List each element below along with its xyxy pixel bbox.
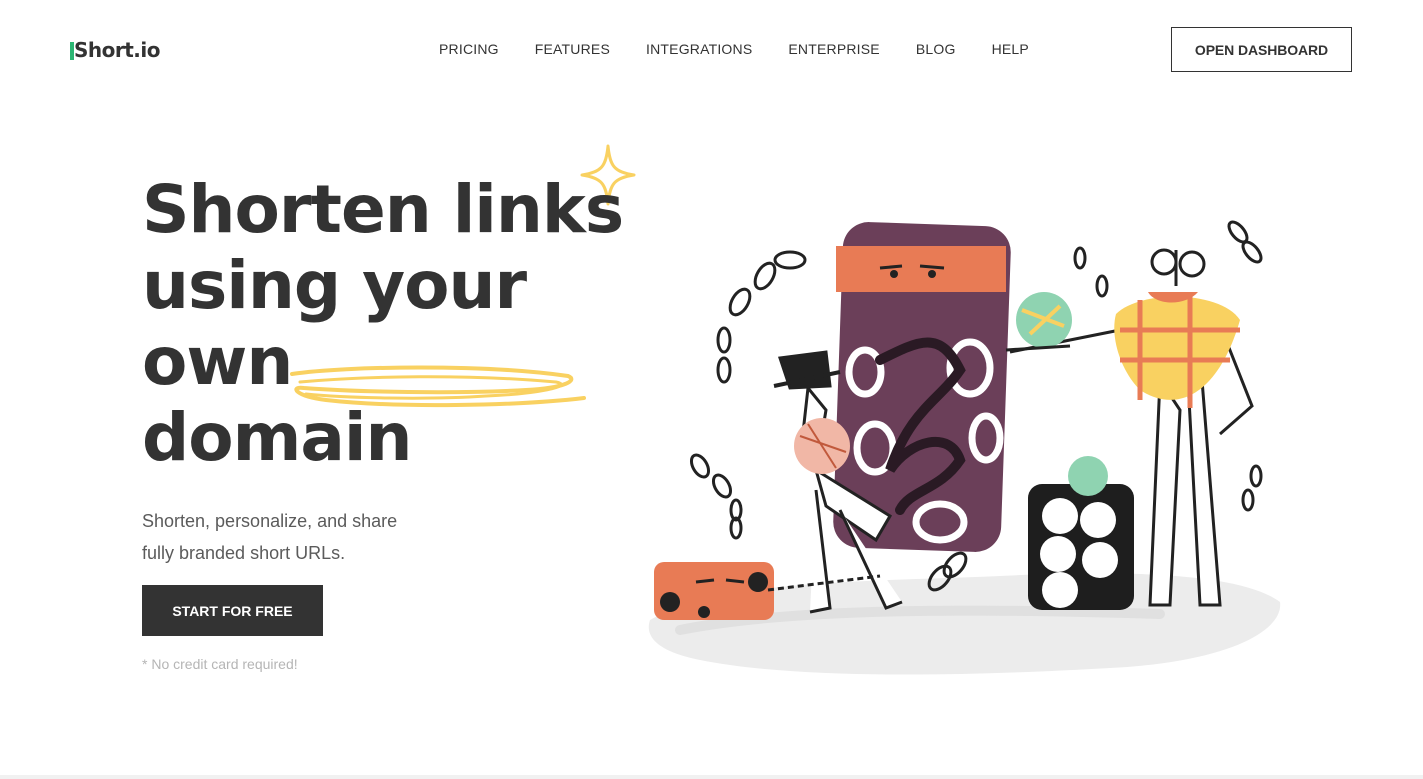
nav-item-enterprise[interactable]: ENTERPRISE bbox=[788, 40, 879, 58]
open-dashboard-button[interactable]: OPEN DASHBOARD bbox=[1171, 27, 1352, 72]
logo-icon bbox=[70, 41, 85, 60]
nav-item-help[interactable]: HELP bbox=[992, 40, 1029, 58]
subtitle-line-2: fully branded short URLs. bbox=[142, 543, 346, 563]
main-nav: PRICING FEATURES INTEGRATIONS ENTERPRISE… bbox=[439, 40, 1065, 58]
hero-subtitle: Shorten, personalize, and share fully br… bbox=[142, 505, 442, 569]
headline-line-3-prefix: own bbox=[142, 323, 293, 400]
subtitle-line-1: Shorten, personalize, and share bbox=[142, 511, 398, 531]
section-divider bbox=[0, 775, 1423, 779]
no-credit-card-note: * No credit card required! bbox=[142, 656, 298, 672]
headline-line-2: using your bbox=[142, 247, 527, 324]
characters-illustration bbox=[648, 220, 1281, 675]
headline-line-3: own domain bbox=[142, 324, 622, 476]
logo-text: Short.io bbox=[74, 38, 161, 62]
headline-highlight: domain bbox=[142, 399, 413, 476]
logo-wordmark: hort.io bbox=[87, 38, 161, 62]
nav-item-blog[interactable]: BLOG bbox=[916, 40, 956, 58]
nav-item-pricing[interactable]: PRICING bbox=[439, 40, 499, 58]
brand-logo[interactable]: Short.io bbox=[70, 36, 161, 64]
nav-item-features[interactable]: FEATURES bbox=[535, 40, 610, 58]
headline-line-1: Shorten links bbox=[142, 171, 624, 248]
page: Short.io PRICING FEATURES INTEGRATIONS E… bbox=[0, 0, 1423, 779]
hero-headline: Shorten links using your own domain bbox=[142, 171, 624, 476]
nav-item-integrations[interactable]: INTEGRATIONS bbox=[646, 40, 752, 58]
start-for-free-button[interactable]: START FOR FREE bbox=[142, 585, 323, 636]
